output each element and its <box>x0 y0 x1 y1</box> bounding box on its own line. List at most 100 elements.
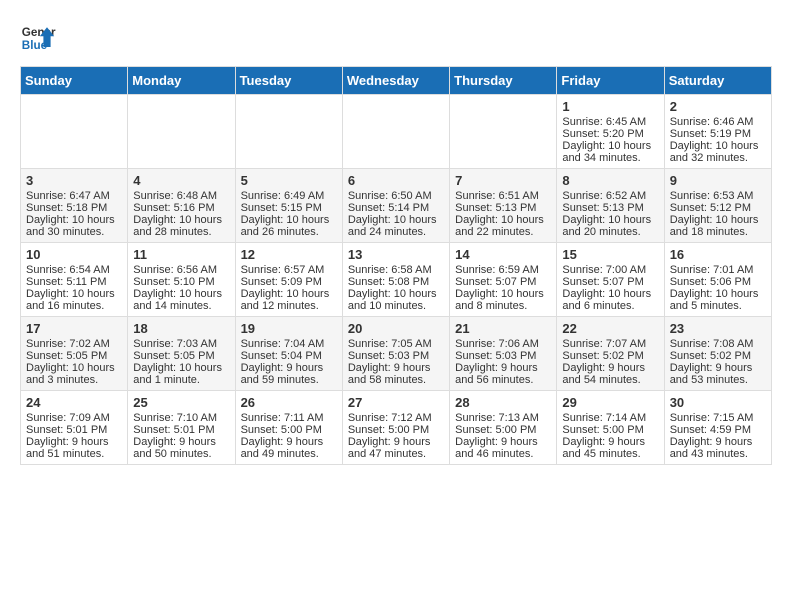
sunset-text: Sunset: 5:15 PM <box>241 202 322 214</box>
day-number: 22 <box>562 321 658 336</box>
daylight-text: Daylight: 9 hours and 50 minutes. <box>133 436 216 460</box>
day-number: 17 <box>26 321 122 336</box>
day-number: 18 <box>133 321 229 336</box>
sunrise-text: Sunrise: 7:07 AM <box>562 338 646 350</box>
day-number: 13 <box>348 247 444 262</box>
daylight-text: Daylight: 10 hours and 34 minutes. <box>562 140 651 164</box>
day-number: 12 <box>241 247 337 262</box>
sunset-text: Sunset: 5:14 PM <box>348 202 429 214</box>
calendar-cell <box>235 95 342 169</box>
sunset-text: Sunset: 5:10 PM <box>133 276 214 288</box>
daylight-text: Daylight: 10 hours and 16 minutes. <box>26 288 115 312</box>
calendar-cell: 25 Sunrise: 7:10 AMSunset: 5:01 PMDayligh… <box>128 391 235 465</box>
calendar-cell: 2Sunrise: 6:46 AMSunset: 5:19 PMDaylight… <box>664 95 771 169</box>
calendar-cell: 4Sunrise: 6:48 AMSunset: 5:16 PMDaylight… <box>128 169 235 243</box>
daylight-text: Daylight: 9 hours and 56 minutes. <box>455 362 538 386</box>
day-number: 1 <box>562 99 658 114</box>
sunrise-text: Sunrise: 7:02 AM <box>26 338 110 350</box>
sunrise-text: Sunrise: 6:50 AM <box>348 190 432 202</box>
sunrise-text: Sunrise: 6:58 AM <box>348 264 432 276</box>
calendar-cell: 27Sunrise: 7:12 AMSunset: 5:00 PMDayligh… <box>342 391 449 465</box>
day-number: 6 <box>348 173 444 188</box>
calendar-cell: 6 Sunrise: 6:50 AMSunset: 5:14 PMDaylight… <box>342 169 449 243</box>
sunset-text: Sunset: 5:05 PM <box>133 350 214 362</box>
sunset-text: Sunset: 5:20 PM <box>562 128 643 140</box>
day-number: 8 <box>562 173 658 188</box>
daylight-text: Daylight: 9 hours and 58 minutes. <box>348 362 431 386</box>
daylight-text: Daylight: 9 hours and 46 minutes. <box>455 436 538 460</box>
week-row-4: 17Sunrise: 7:02 AMSunset: 5:05 PMDayligh… <box>21 317 772 391</box>
day-number: 11 <box>133 247 229 262</box>
sunrise-text: Sunrise: 6:59 AM <box>455 264 539 276</box>
page-header: General Blue <box>20 20 772 56</box>
calendar-cell: 5Sunrise: 6:49 AMSunset: 5:15 PMDaylight… <box>235 169 342 243</box>
sunset-text: Sunset: 5:05 PM <box>26 350 107 362</box>
daylight-text: Daylight: 10 hours and 22 minutes. <box>455 214 544 238</box>
sunset-text: Sunset: 5:13 PM <box>562 202 643 214</box>
day-number: 19 <box>241 321 337 336</box>
sunrise-text: Sunrise: 7:15 AM <box>670 412 754 424</box>
sunset-text: Sunset: 5:02 PM <box>562 350 643 362</box>
calendar-cell: 28Sunrise: 7:13 AMSunset: 5:00 PMDayligh… <box>450 391 557 465</box>
day-number: 10 <box>26 247 122 262</box>
week-row-2: 3Sunrise: 6:47 AMSunset: 5:18 PMDaylight… <box>21 169 772 243</box>
sunset-text: Sunset: 5:00 PM <box>455 424 536 436</box>
weekday-header-tuesday: Tuesday <box>235 67 342 95</box>
weekday-header-friday: Friday <box>557 67 664 95</box>
sunset-text: Sunset: 5:04 PM <box>241 350 322 362</box>
calendar-cell <box>128 95 235 169</box>
sunset-text: Sunset: 5:01 PM <box>133 424 214 436</box>
calendar-cell: 19Sunrise: 7:04 AMSunset: 5:04 PMDayligh… <box>235 317 342 391</box>
sunset-text: Sunset: 5:13 PM <box>455 202 536 214</box>
sunset-text: Sunset: 5:07 PM <box>455 276 536 288</box>
sunset-text: Sunset: 5:08 PM <box>348 276 429 288</box>
sunrise-text: Sunrise: 6:54 AM <box>26 264 110 276</box>
sunset-text: Sunset: 5:00 PM <box>348 424 429 436</box>
sunrise-text: Sunrise: 7:01 AM <box>670 264 754 276</box>
sunset-text: Sunset: 5:06 PM <box>670 276 751 288</box>
sunset-text: Sunset: 5:00 PM <box>562 424 643 436</box>
daylight-text: Daylight: 10 hours and 30 minutes. <box>26 214 115 238</box>
daylight-text: Daylight: 9 hours and 43 minutes. <box>670 436 753 460</box>
day-number: 15 <box>562 247 658 262</box>
day-number: 29 <box>562 395 658 410</box>
sunrise-text: Sunrise: 7:12 AM <box>348 412 432 424</box>
sunrise-text: Sunrise: 6:47 AM <box>26 190 110 202</box>
daylight-text: Daylight: 10 hours and 14 minutes. <box>133 288 222 312</box>
daylight-text: Daylight: 10 hours and 1 minute. <box>133 362 222 386</box>
day-number: 16 <box>670 247 766 262</box>
sunrise-text: Sunrise: 7:10 AM <box>133 412 217 424</box>
sunrise-text: Sunrise: 7:03 AM <box>133 338 217 350</box>
daylight-text: Daylight: 10 hours and 6 minutes. <box>562 288 651 312</box>
week-row-3: 10Sunrise: 6:54 AMSunset: 5:11 PMDayligh… <box>21 243 772 317</box>
daylight-text: Daylight: 10 hours and 12 minutes. <box>241 288 330 312</box>
day-number: 25 <box>133 395 229 410</box>
day-number: 9 <box>670 173 766 188</box>
calendar-cell: 14Sunrise: 6:59 AMSunset: 5:07 PMDayligh… <box>450 243 557 317</box>
day-number: 14 <box>455 247 551 262</box>
day-number: 23 <box>670 321 766 336</box>
day-number: 2 <box>670 99 766 114</box>
calendar-cell: 17Sunrise: 7:02 AMSunset: 5:05 PMDayligh… <box>21 317 128 391</box>
sunrise-text: Sunrise: 7:08 AM <box>670 338 754 350</box>
calendar-cell: 12Sunrise: 6:57 AMSunset: 5:09 PMDayligh… <box>235 243 342 317</box>
calendar-cell: 16Sunrise: 7:01 AMSunset: 5:06 PMDayligh… <box>664 243 771 317</box>
logo: General Blue <box>20 20 56 56</box>
daylight-text: Daylight: 10 hours and 24 minutes. <box>348 214 437 238</box>
day-number: 27 <box>348 395 444 410</box>
calendar-cell: 24Sunrise: 7:09 AMSunset: 5:01 PMDayligh… <box>21 391 128 465</box>
daylight-text: Daylight: 9 hours and 54 minutes. <box>562 362 645 386</box>
weekday-header-thursday: Thursday <box>450 67 557 95</box>
sunrise-text: Sunrise: 6:48 AM <box>133 190 217 202</box>
daylight-text: Daylight: 9 hours and 53 minutes. <box>670 362 753 386</box>
calendar-cell: 30Sunrise: 7:15 AMSunset: 4:59 PMDayligh… <box>664 391 771 465</box>
day-number: 20 <box>348 321 444 336</box>
calendar-cell: 11Sunrise: 6:56 AMSunset: 5:10 PMDayligh… <box>128 243 235 317</box>
daylight-text: Daylight: 10 hours and 28 minutes. <box>133 214 222 238</box>
sunset-text: Sunset: 5:16 PM <box>133 202 214 214</box>
calendar-cell: 23Sunrise: 7:08 AMSunset: 5:02 PMDayligh… <box>664 317 771 391</box>
week-row-1: 1Sunrise: 6:45 AMSunset: 5:20 PMDaylight… <box>21 95 772 169</box>
daylight-text: Daylight: 10 hours and 18 minutes. <box>670 214 759 238</box>
daylight-text: Daylight: 10 hours and 20 minutes. <box>562 214 651 238</box>
sunset-text: Sunset: 5:19 PM <box>670 128 751 140</box>
